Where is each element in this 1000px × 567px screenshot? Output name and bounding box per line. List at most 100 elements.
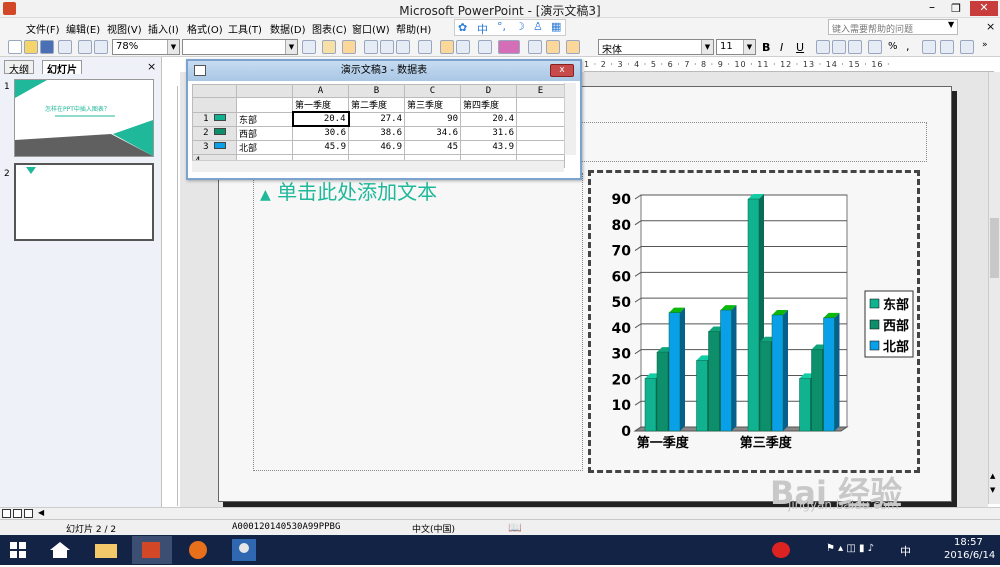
browser-icon[interactable] (178, 536, 218, 564)
tab-outline[interactable]: 大纲 (4, 60, 34, 76)
paste-icon[interactable] (396, 40, 410, 54)
cell[interactable]: 20.4 (291, 111, 350, 127)
col-header[interactable] (236, 84, 293, 98)
cell[interactable] (516, 139, 565, 155)
doc-close-button[interactable]: × (986, 20, 995, 33)
chevron-down-icon[interactable]: ▼ (701, 40, 713, 54)
spellcheck-icon[interactable]: 📖 (508, 521, 522, 534)
cell[interactable]: 90 (404, 111, 461, 127)
cell[interactable] (236, 97, 293, 113)
open-folder-icon[interactable] (24, 40, 38, 54)
chevron-down-icon[interactable]: ▼ (285, 40, 297, 54)
angle-text-icon[interactable] (960, 40, 974, 54)
cell[interactable]: 第四季度 (460, 97, 517, 113)
cell[interactable] (516, 111, 565, 127)
print-icon[interactable] (78, 40, 92, 54)
scroll-thumb[interactable] (990, 218, 999, 278)
page-down-icon[interactable]: ▼ (990, 486, 995, 494)
powerpoint-taskbar-icon[interactable] (132, 536, 172, 564)
home-icon[interactable] (40, 536, 80, 564)
slideshow-icon[interactable] (24, 509, 33, 518)
datasheet-close-button[interactable]: x (550, 64, 574, 77)
chevron-down-icon[interactable]: ▼ (167, 40, 179, 54)
tray-security-icon[interactable] (772, 542, 790, 558)
cell[interactable]: 31.6 (460, 125, 517, 141)
underline-button[interactable]: U (796, 41, 804, 54)
menu-view[interactable]: 视图(V) (107, 21, 142, 36)
cell[interactable]: 38.6 (348, 125, 405, 141)
ime-mode[interactable]: 中 (477, 21, 488, 37)
cell[interactable]: 北部 (236, 139, 293, 155)
menu-file[interactable]: 文件(F) (26, 21, 60, 36)
chevron-down-icon[interactable]: ▼ (743, 40, 755, 54)
row-header[interactable]: 3 (192, 139, 237, 155)
cell[interactable]: 第一季度 (292, 97, 349, 113)
view-datasheet-icon[interactable] (342, 40, 356, 54)
row-header[interactable]: 2 (192, 125, 237, 141)
datasheet-grid[interactable]: A B C D E 第一季度 第二季度 第三季度 第四季度 1 东部 20.4 … (192, 84, 565, 168)
clock-date[interactable]: 2016/6/14 (944, 550, 995, 561)
help-search-input[interactable]: 键入需要帮助的问题 (828, 19, 958, 35)
new-doc-icon[interactable] (8, 40, 22, 54)
page-up-icon[interactable]: ▲ (990, 472, 995, 480)
cell[interactable]: 东部 (236, 111, 293, 127)
chart-object-combo[interactable]: ▼ (182, 39, 298, 55)
slide-thumbnail-2[interactable] (14, 163, 154, 241)
font-combo[interactable]: 宋体 ▼ (598, 39, 714, 56)
file-explorer-icon[interactable] (86, 536, 126, 564)
col-header[interactable]: C (404, 84, 461, 98)
align-right-icon[interactable] (848, 40, 862, 54)
by-row-icon[interactable] (440, 40, 454, 54)
cell[interactable] (516, 125, 565, 141)
col-header[interactable]: A (292, 84, 349, 98)
by-column-icon[interactable] (456, 40, 470, 54)
menu-insert[interactable]: 插入(I) (148, 21, 179, 36)
bold-button[interactable]: B (762, 41, 770, 54)
align-center-icon[interactable] (832, 40, 846, 54)
body-placeholder[interactable] (253, 173, 583, 471)
tray-ime[interactable]: 中 (900, 543, 911, 559)
cell[interactable]: 第二季度 (348, 97, 405, 113)
row-header[interactable] (192, 97, 237, 113)
menu-window[interactable]: 窗口(W) (352, 21, 390, 36)
datasheet-vscroll[interactable] (564, 83, 576, 155)
increase-decimal-icon[interactable] (922, 40, 936, 54)
moon-icon[interactable]: ☽ (515, 20, 525, 33)
chart-object[interactable]: 0 10 20 30 40 50 60 70 80 90 第一季度 第三季度 东部 西部 北部 (588, 170, 920, 473)
menu-edit[interactable]: 编辑(E) (66, 21, 100, 36)
grid-icon[interactable]: ▦ (551, 20, 561, 33)
photo-app-icon[interactable] (224, 536, 264, 564)
user-icon[interactable]: ♙ (533, 20, 543, 33)
cell[interactable]: 45 (404, 139, 461, 155)
corner-cell[interactable] (192, 84, 237, 98)
zoom-combo[interactable]: 78% ▼ (112, 39, 180, 55)
font-size-combo[interactable]: 11 ▼ (716, 39, 756, 55)
body-placeholder-text[interactable]: ▲ 单击此处添加文本 (260, 176, 437, 205)
datasheet-window[interactable]: 演示文稿3 - 数据表 x A B C D E 第一季度 第二季度 第三季度 第… (186, 59, 582, 180)
comma-button[interactable]: , (906, 40, 910, 53)
permission-icon[interactable] (58, 40, 72, 54)
value-axis-gridlines-icon[interactable] (546, 40, 560, 54)
menu-data[interactable]: 数据(D) (270, 21, 306, 36)
minimize-button[interactable]: – (922, 1, 942, 15)
chart-type-icon[interactable] (498, 40, 520, 54)
import-icon[interactable] (322, 40, 336, 54)
windows-start-icon[interactable] (10, 542, 26, 558)
cut-icon[interactable] (364, 40, 378, 54)
undo-icon[interactable] (418, 40, 432, 54)
cell[interactable]: 34.6 (404, 125, 461, 141)
align-left-icon[interactable] (816, 40, 830, 54)
data-table-icon[interactable] (478, 40, 492, 54)
col-header[interactable]: B (348, 84, 405, 98)
close-button[interactable]: ✕ (970, 1, 998, 16)
cell[interactable]: 20.4 (460, 111, 517, 127)
datasheet-hscroll[interactable] (192, 160, 564, 172)
format-object-icon[interactable] (302, 40, 316, 54)
help-dropdown-arrow[interactable]: ▼ (948, 20, 954, 29)
cell[interactable]: 45.9 (292, 139, 349, 155)
scroll-left-icon[interactable]: ◀ (38, 508, 44, 517)
paw-icon[interactable]: ✿ (458, 21, 467, 34)
toolbar-options-icon[interactable]: » (982, 40, 988, 50)
tab-slides[interactable]: 幻灯片 (42, 60, 82, 76)
menu-help[interactable]: 帮助(H) (396, 21, 431, 36)
